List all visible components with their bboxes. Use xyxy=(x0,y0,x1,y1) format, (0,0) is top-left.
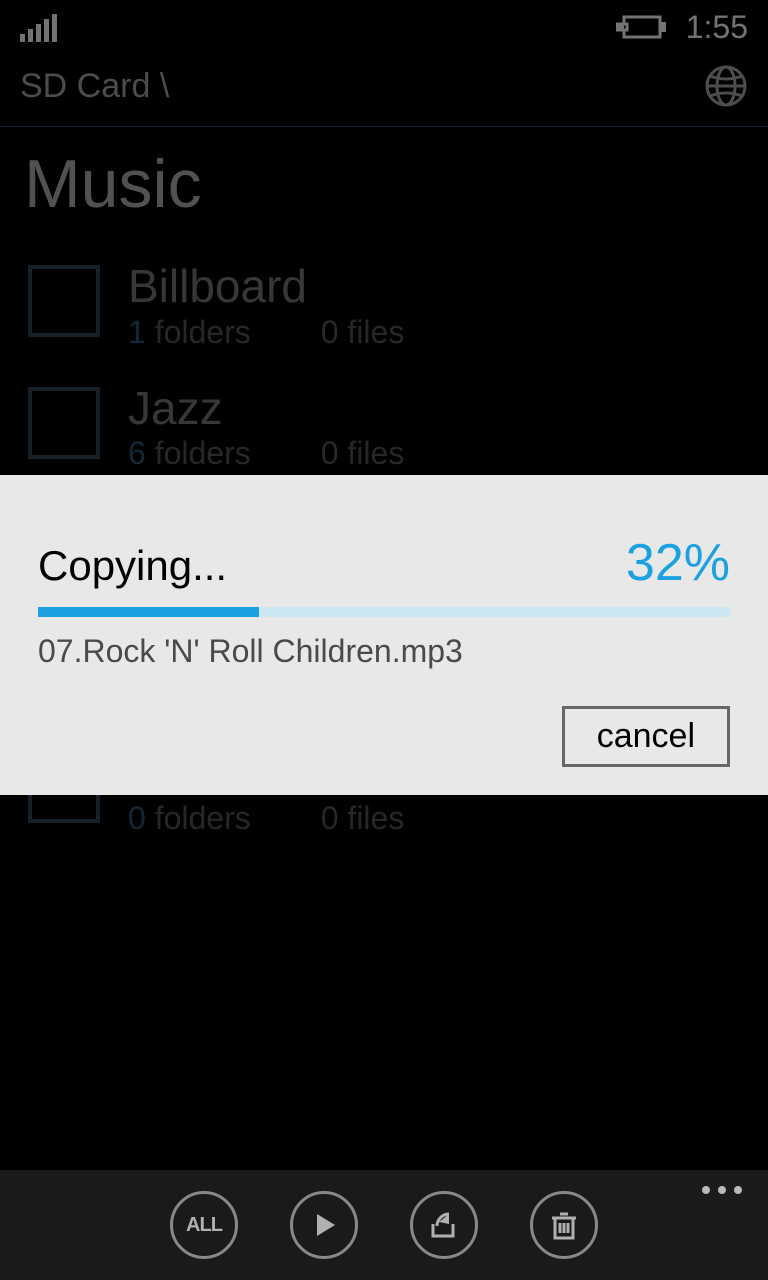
more-button[interactable] xyxy=(702,1186,742,1194)
copy-progress-dialog: Copying... 32% 07.Rock 'N' Roll Children… xyxy=(0,475,768,795)
progress-bar xyxy=(38,607,730,617)
play-button[interactable] xyxy=(290,1191,358,1259)
dialog-title: Copying... xyxy=(38,542,227,590)
app-bar: ALL xyxy=(0,1170,768,1280)
cancel-button[interactable]: cancel xyxy=(562,706,730,767)
progress-fill xyxy=(38,607,259,617)
delete-button[interactable] xyxy=(530,1191,598,1259)
select-all-button[interactable]: ALL xyxy=(170,1191,238,1259)
progress-percent: 32% xyxy=(626,533,730,593)
current-file-label: 07.Rock 'N' Roll Children.mp3 xyxy=(38,633,730,670)
share-button[interactable] xyxy=(410,1191,478,1259)
